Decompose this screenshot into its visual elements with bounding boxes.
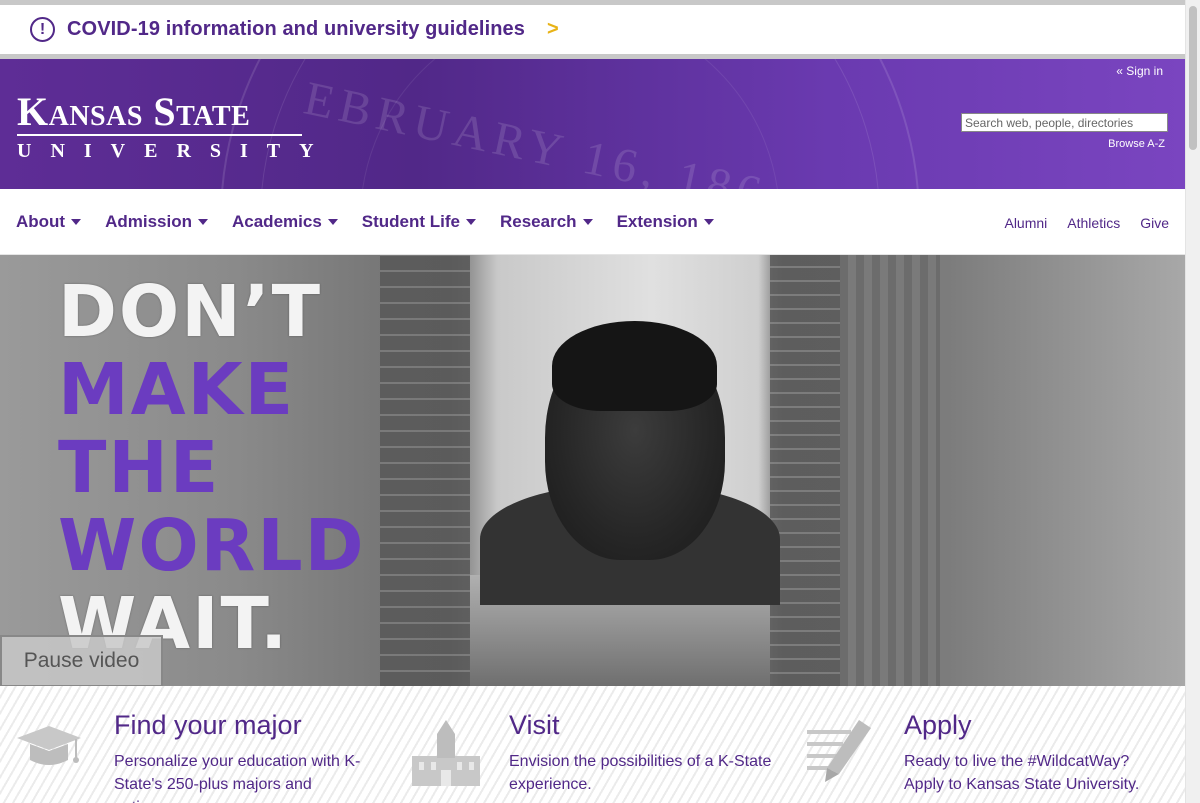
utility-nav: Alumni Athletics Give — [1004, 215, 1169, 231]
card-visit[interactable]: Visit Envision the possibilities of a K-… — [395, 686, 790, 803]
nav-item-give[interactable]: Give — [1140, 215, 1169, 231]
headline-line-3: THE — [58, 426, 221, 509]
card-title: Visit — [509, 710, 560, 740]
student-hair — [552, 321, 717, 411]
card-text: Personalize your education with K-State'… — [114, 753, 361, 803]
caret-down-icon — [582, 219, 593, 225]
nav-item-admission[interactable]: Admission — [105, 212, 208, 232]
card-find-major[interactable]: Find your major Personalize your educati… — [0, 686, 395, 803]
covid-link[interactable]: ! COVID-19 information and university gu… — [30, 17, 559, 42]
card-title: Apply — [904, 710, 972, 740]
nav-item-alumni[interactable]: Alumni — [1004, 215, 1047, 231]
nav-item-extension[interactable]: Extension — [617, 212, 714, 232]
browse-a-z-link[interactable]: Browse A-Z — [1108, 138, 1165, 150]
nav-item-about[interactable]: About — [16, 212, 82, 232]
caret-down-icon — [327, 219, 338, 225]
hero-video: DON’T MAKE THE WORLD WAIT. Pause video — [0, 255, 1185, 686]
pause-video-button[interactable]: Pause video — [0, 635, 163, 686]
card-text: Ready to live the #WildcatWay? Apply to … — [904, 753, 1140, 793]
nav-label: Research — [500, 212, 577, 231]
card-apply[interactable]: Apply Ready to live the #WildcatWay? App… — [790, 686, 1185, 803]
site-header: EBRUARY 16, 186 Kansas State UNIVERSITY … — [0, 59, 1185, 189]
pencil-form-icon — [807, 720, 871, 782]
card-title: Find your major — [114, 710, 302, 740]
card-text: Envision the possibilities of a K-State … — [509, 753, 772, 793]
page: ! COVID-19 information and university gu… — [0, 0, 1185, 803]
nav-item-academics[interactable]: Academics — [232, 212, 338, 232]
scrollbar-thumb[interactable] — [1189, 6, 1197, 150]
caret-down-icon — [466, 219, 476, 225]
caret-down-icon — [71, 219, 82, 225]
nav-item-research[interactable]: Research — [500, 212, 593, 232]
headline-line-1: DON’T — [58, 270, 323, 353]
headline-line-2: MAKE — [58, 348, 296, 431]
headline-line-4: WORLD — [58, 504, 366, 587]
nav-label: Admission — [105, 212, 192, 231]
model-building-far — [840, 255, 940, 686]
caret-down-icon — [198, 219, 208, 225]
nav-label: Academics — [232, 212, 322, 231]
logo-rule — [17, 134, 302, 136]
model-building-left — [380, 255, 470, 686]
university-logo[interactable]: Kansas State UNIVERSITY — [17, 92, 333, 162]
logo-wordmark-bottom: UNIVERSITY — [17, 140, 333, 162]
main-navigation: About Admission Academics Student Life R… — [0, 189, 1185, 255]
nav-label: About — [16, 212, 66, 231]
vertical-scrollbar[interactable] — [1185, 0, 1200, 803]
chevron-right-icon: > — [547, 18, 559, 40]
graduation-cap-icon — [17, 726, 81, 765]
primary-nav: About Admission Academics Student Life R… — [16, 212, 714, 232]
quick-links: Find your major Personalize your educati… — [0, 686, 1185, 803]
nav-item-athletics[interactable]: Athletics — [1067, 215, 1120, 231]
campus-building-icon — [412, 720, 480, 786]
sign-in-link[interactable]: « Sign in — [1116, 64, 1163, 78]
covid-banner: ! COVID-19 information and university gu… — [0, 0, 1185, 59]
covid-link-text: COVID-19 information and university guid… — [67, 18, 526, 40]
nav-item-student-life[interactable]: Student Life — [362, 212, 476, 232]
alert-icon: ! — [30, 17, 55, 42]
model-building-right — [770, 255, 840, 686]
nav-label: Extension — [616, 212, 698, 231]
nav-label: Student Life — [361, 212, 460, 231]
logo-wordmark-top: Kansas State — [17, 89, 251, 134]
hero-headline: DON’T MAKE THE WORLD WAIT. — [58, 273, 366, 663]
search-input[interactable] — [961, 113, 1168, 132]
caret-down-icon — [703, 219, 714, 225]
